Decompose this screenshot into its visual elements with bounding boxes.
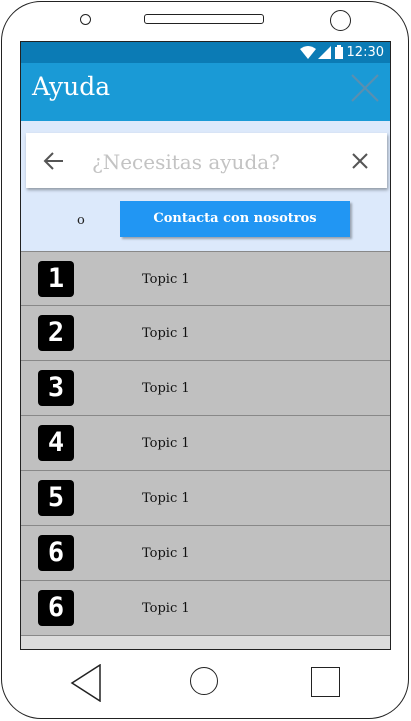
list-item[interactable]: 2 Topic 1: [21, 306, 390, 361]
topic-label: Topic 1: [142, 491, 190, 506]
nav-back-icon[interactable]: [70, 664, 102, 702]
number-6-icon: 6: [38, 535, 74, 571]
back-arrow-icon[interactable]: [43, 150, 65, 172]
close-icon[interactable]: [350, 73, 380, 103]
or-label: o: [77, 213, 85, 228]
nav-recents-icon[interactable]: [311, 667, 340, 697]
nav-home-icon[interactable]: [190, 667, 218, 695]
number-2-icon: 2: [38, 315, 74, 351]
list-item[interactable]: 4 Topic 1: [21, 416, 390, 471]
search-input[interactable]: ¿Necesitas ayuda?: [92, 150, 280, 174]
topic-list: 1 Topic 1 2 Topic 1 3 Topic 1 4 Topic 1 …: [21, 251, 390, 636]
number-6-icon: 6: [38, 590, 74, 626]
wifi-icon: [300, 46, 316, 59]
topic-label: Topic 1: [142, 272, 190, 287]
number-1-icon: 1: [38, 261, 74, 297]
clear-icon[interactable]: [351, 152, 369, 170]
search-box[interactable]: ¿Necesitas ayuda?: [26, 133, 387, 188]
status-bar: 12:30: [21, 42, 390, 63]
list-item[interactable]: 6 Topic 1: [21, 581, 390, 636]
battery-icon: [335, 45, 343, 59]
front-camera: [330, 10, 351, 31]
speaker-grille: [144, 14, 264, 24]
app-bar: Ayuda: [21, 63, 390, 121]
number-5-icon: 5: [38, 480, 74, 516]
number-3-icon: 3: [38, 370, 74, 406]
number-4-icon: 4: [38, 425, 74, 461]
page-title: Ayuda: [32, 72, 111, 101]
list-item[interactable]: 6 Topic 1: [21, 526, 390, 581]
list-item[interactable]: 3 Topic 1: [21, 361, 390, 416]
status-time: 12:30: [346, 45, 384, 60]
topic-label: Topic 1: [142, 546, 190, 561]
screen: 12:30 Ayuda ¿Necesitas ayuda? o Contacta…: [20, 41, 391, 650]
help-header: ¿Necesitas ayuda? o Contacta con nosotro…: [21, 121, 390, 251]
contact-us-button[interactable]: Contacta con nosotros: [120, 201, 350, 237]
topic-label: Topic 1: [142, 326, 190, 341]
list-item[interactable]: 5 Topic 1: [21, 471, 390, 526]
list-item[interactable]: 1 Topic 1: [21, 251, 390, 306]
front-sensor: [80, 14, 91, 25]
signal-icon: [318, 46, 331, 59]
topic-label: Topic 1: [142, 601, 190, 616]
topic-label: Topic 1: [142, 436, 190, 451]
topic-label: Topic 1: [142, 381, 190, 396]
